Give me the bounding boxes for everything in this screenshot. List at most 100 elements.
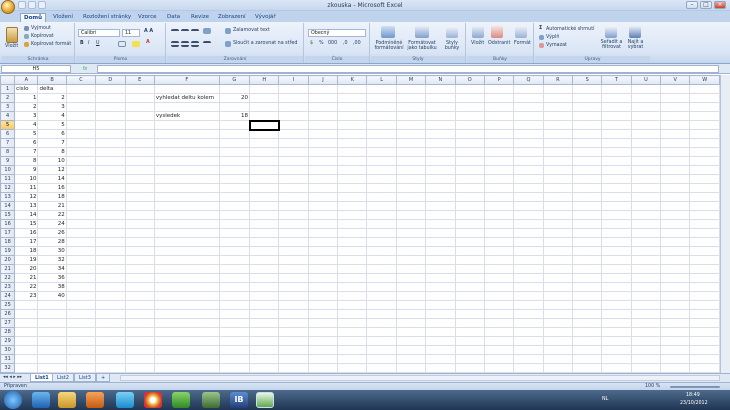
cell-h19[interactable]	[249, 246, 280, 256]
cell-u4[interactable]	[630, 111, 662, 121]
cell-k12[interactable]	[337, 183, 368, 193]
cell-h2[interactable]	[249, 93, 280, 103]
column-header-j[interactable]: J	[307, 75, 339, 85]
cell-h13[interactable]	[249, 192, 280, 202]
cell-u13[interactable]	[630, 192, 662, 202]
cell-t14[interactable]	[601, 201, 632, 211]
cell-a30[interactable]	[14, 345, 39, 355]
cell-d26[interactable]	[95, 309, 126, 319]
cell-o5[interactable]	[454, 120, 485, 130]
cell-j17[interactable]	[307, 228, 339, 238]
cell-b20[interactable]: 32	[37, 255, 67, 265]
cell-h26[interactable]	[249, 309, 280, 319]
cell-u11[interactable]	[630, 174, 662, 184]
cell-h9[interactable]	[249, 156, 280, 166]
cell-j25[interactable]	[307, 300, 339, 310]
cell-e30[interactable]	[124, 345, 155, 355]
cell-u12[interactable]	[630, 183, 662, 193]
row-header[interactable]: 19	[0, 246, 16, 256]
cell-q11[interactable]	[513, 174, 544, 184]
cell-g2[interactable]: 20	[218, 93, 251, 103]
cell-k28[interactable]	[337, 327, 368, 337]
cell-e32[interactable]	[124, 363, 155, 373]
cell-m14[interactable]	[395, 201, 427, 211]
cell-u25[interactable]	[630, 300, 662, 310]
cell-u5[interactable]	[630, 120, 662, 130]
cell-v25[interactable]	[660, 300, 691, 310]
cell-a21[interactable]: 20	[14, 264, 39, 274]
cell-b28[interactable]	[37, 327, 67, 337]
cell-r20[interactable]	[542, 255, 574, 265]
column-header-w[interactable]: W	[689, 75, 720, 85]
cell-i7[interactable]	[278, 138, 309, 148]
cell-c24[interactable]	[65, 291, 97, 301]
cell-s4[interactable]	[571, 111, 603, 121]
row-header[interactable]: 22	[0, 273, 16, 283]
cell-t17[interactable]	[601, 228, 632, 238]
cell-t26[interactable]	[601, 309, 632, 319]
cell-r22[interactable]	[542, 273, 574, 283]
cell-j20[interactable]	[307, 255, 339, 265]
cell-p23[interactable]	[483, 282, 515, 292]
cell-h16[interactable]	[249, 219, 280, 229]
cell-w28[interactable]	[689, 327, 720, 337]
cell-f29[interactable]	[153, 336, 220, 346]
clock-date[interactable]: 23/10/2012	[680, 401, 708, 406]
cell-w30[interactable]	[689, 345, 720, 355]
cell-k13[interactable]	[337, 192, 368, 202]
cell-o9[interactable]	[454, 156, 485, 166]
cell-e28[interactable]	[124, 327, 155, 337]
cell-q28[interactable]	[513, 327, 544, 337]
cell-p31[interactable]	[483, 354, 515, 364]
cell-n5[interactable]	[425, 120, 456, 130]
cell-c11[interactable]	[65, 174, 97, 184]
row-header[interactable]: 24	[0, 291, 16, 301]
cell-c6[interactable]	[65, 129, 97, 139]
cell-n32[interactable]	[425, 363, 456, 373]
cell-m22[interactable]	[395, 273, 427, 283]
cell-q29[interactable]	[513, 336, 544, 346]
cell-k11[interactable]	[337, 174, 368, 184]
cell-w5[interactable]	[689, 120, 720, 130]
cell-o16[interactable]	[454, 219, 485, 229]
cell-t3[interactable]	[601, 102, 632, 112]
cell-c15[interactable]	[65, 210, 97, 220]
cell-l14[interactable]	[366, 201, 397, 211]
cell-l1[interactable]	[366, 84, 397, 94]
cell-f24[interactable]	[153, 291, 220, 301]
cell-d25[interactable]	[95, 300, 126, 310]
cell-p7[interactable]	[483, 138, 515, 148]
cell-m28[interactable]	[395, 327, 427, 337]
column-header-b[interactable]: B	[37, 75, 67, 85]
cell-j22[interactable]	[307, 273, 339, 283]
sort-filter-button[interactable]: Seřadit a filtrovat	[599, 40, 624, 50]
cell-a12[interactable]: 11	[14, 183, 39, 193]
cell-r26[interactable]	[542, 309, 574, 319]
cell-g5[interactable]	[218, 120, 251, 130]
cell-w22[interactable]	[689, 273, 720, 283]
cell-e25[interactable]	[124, 300, 155, 310]
cell-m12[interactable]	[395, 183, 427, 193]
row-header[interactable]: 27	[0, 318, 16, 328]
cell-r6[interactable]	[542, 129, 574, 139]
cell-l8[interactable]	[366, 147, 397, 157]
cell-q1[interactable]	[513, 84, 544, 94]
cell-k19[interactable]	[337, 246, 368, 256]
tab-formulas[interactable]: Vzorce	[135, 13, 160, 22]
cell-j7[interactable]	[307, 138, 339, 148]
cell-j3[interactable]	[307, 102, 339, 112]
cell-b24[interactable]: 40	[37, 291, 67, 301]
start-button[interactable]	[4, 391, 22, 409]
cell-l15[interactable]	[366, 210, 397, 220]
align-middle-icon[interactable]	[181, 29, 189, 34]
cell-q16[interactable]	[513, 219, 544, 229]
column-header-n[interactable]: N	[425, 75, 456, 85]
cell-c25[interactable]	[65, 300, 97, 310]
format-cells-icon[interactable]	[515, 26, 527, 38]
row-header[interactable]: 20	[0, 255, 16, 265]
column-header-f[interactable]: F	[153, 75, 220, 85]
cell-j24[interactable]	[307, 291, 339, 301]
cell-h30[interactable]	[249, 345, 280, 355]
column-header-c[interactable]: C	[65, 75, 97, 85]
cell-t25[interactable]	[601, 300, 632, 310]
